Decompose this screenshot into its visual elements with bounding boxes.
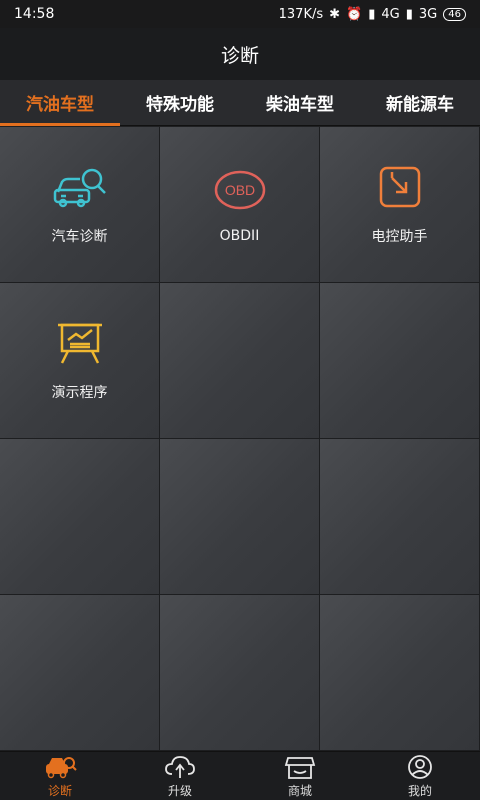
grid-empty-cell <box>320 283 480 439</box>
nav-label: 商城 <box>287 783 312 798</box>
nav-label: 升级 <box>167 783 192 798</box>
nav-diagnose[interactable]: 诊断 <box>0 752 120 800</box>
shop-icon <box>284 756 316 779</box>
nav-shop[interactable]: 商城 <box>240 752 360 800</box>
signal-icon: ▮ <box>368 6 376 22</box>
obd-icon: OBD <box>212 166 268 214</box>
nav-mine[interactable]: 我的 <box>360 752 480 800</box>
page-title: 诊断 <box>220 44 259 67</box>
status-bar: 14:58 137K/s ✱ ⏰ ▮ 4G ▮ 3G 46 <box>0 0 480 28</box>
grid-item-label: 演示程序 <box>51 384 108 401</box>
demo-presentation-icon <box>52 320 108 368</box>
grid-empty-cell <box>160 283 320 439</box>
category-tabs: 汽油车型 特殊功能 柴油车型 新能源车 <box>0 80 480 126</box>
status-time: 14:58 <box>14 6 55 22</box>
signal-icon-2: ▮ <box>405 6 413 22</box>
network-type-1: 4G <box>381 6 400 22</box>
user-icon <box>408 754 432 779</box>
grid-empty-cell <box>160 595 320 751</box>
page-title-bar: 诊断 <box>0 28 480 80</box>
nav-upgrade[interactable]: 升级 <box>120 752 240 800</box>
cloud-upgrade-icon <box>165 755 195 778</box>
grid-empty-cell <box>0 439 160 595</box>
grid-empty-cell <box>320 439 480 595</box>
car-search-icon <box>52 164 108 212</box>
car-diagnose-icon <box>46 756 77 778</box>
battery-icon: 46 <box>443 7 466 21</box>
grid-item-obdii[interactable]: OBD OBDII <box>160 127 320 283</box>
nav-label: 我的 <box>407 783 432 798</box>
function-grid: 汽车诊断 OBD OBDII 电控助手 演示程序 <box>0 127 480 751</box>
grid-empty-cell <box>0 595 160 751</box>
tab-new-energy[interactable]: 新能源车 <box>360 80 480 125</box>
network-speed: 137K/s <box>278 6 324 22</box>
grid-item-car-diagnosis[interactable]: 汽车诊断 <box>0 127 160 283</box>
bluetooth-icon: ✱ <box>329 6 341 22</box>
network-type-2: 3G <box>418 6 438 22</box>
ecu-assistant-icon <box>372 164 428 212</box>
bottom-navigation: 诊断 升级 商城 我的 <box>0 751 480 800</box>
tab-special-functions[interactable]: 特殊功能 <box>120 80 240 125</box>
grid-item-label: 电控助手 <box>371 228 428 245</box>
nav-label: 诊断 <box>47 783 72 798</box>
obd-icon-text: OBD <box>224 182 254 198</box>
tab-diesel[interactable]: 柴油车型 <box>240 80 360 125</box>
tab-gasoline[interactable]: 汽油车型 <box>0 80 120 126</box>
grid-empty-cell <box>320 595 480 751</box>
status-indicators: 137K/s ✱ ⏰ ▮ 4G ▮ 3G 46 <box>279 7 466 22</box>
grid-item-label: OBDII <box>219 227 260 244</box>
grid-item-demo-program[interactable]: 演示程序 <box>0 283 160 439</box>
grid-item-label: 汽车诊断 <box>51 228 108 245</box>
grid-empty-cell <box>160 439 320 595</box>
alarm-icon: ⏰ <box>346 6 363 22</box>
grid-item-ecu-assistant[interactable]: 电控助手 <box>320 127 480 283</box>
